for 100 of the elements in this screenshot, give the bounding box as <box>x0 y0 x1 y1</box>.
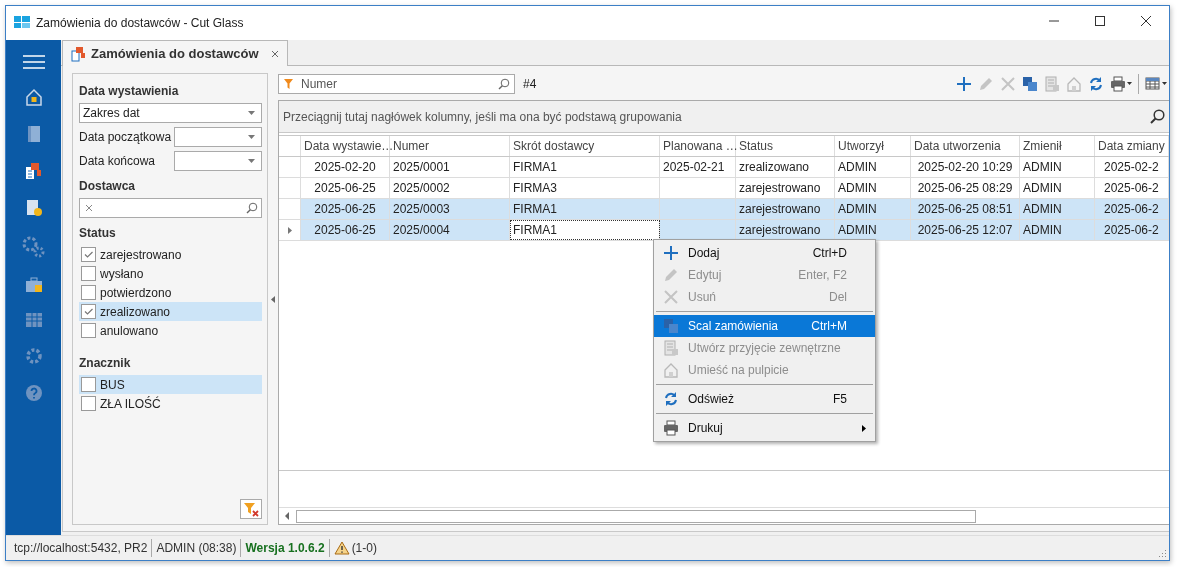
table-cell: 2025-02-21 <box>660 157 736 177</box>
date-to-dropdown[interactable] <box>174 151 262 171</box>
app-logo-icon <box>14 16 30 30</box>
table-icon[interactable] <box>24 312 43 328</box>
help-icon[interactable] <box>24 384 43 402</box>
table-cell: 2025/0002 <box>390 178 510 198</box>
table-cell: FIRMA1 <box>510 220 660 240</box>
caret-icon <box>248 111 255 115</box>
filter-option-row[interactable]: ZŁA ILOŚĆ <box>79 394 262 413</box>
checkbox[interactable] <box>81 323 96 338</box>
add-button[interactable] <box>954 74 973 93</box>
gears-icon[interactable] <box>21 236 46 258</box>
column-header[interactable]: Utworzył <box>835 136 911 156</box>
search-icon[interactable] <box>1149 109 1165 124</box>
squares-icon <box>663 318 679 334</box>
menu-item[interactable]: Dodaj Ctrl+D <box>654 242 875 264</box>
column-header[interactable]: Status <box>736 136 835 156</box>
warning-count: (1-0) <box>351 540 377 557</box>
table-cell: ADMIN <box>1020 199 1095 219</box>
table-cell: 2025-06-2 <box>1095 220 1169 240</box>
table-cell: 2025-02-20 10:29 <box>911 157 1020 177</box>
checkbox[interactable] <box>81 396 96 411</box>
settings-icon[interactable] <box>24 347 43 365</box>
column-header[interactable]: Planowana … <box>660 136 736 156</box>
document-gear-icon[interactable] <box>24 199 43 217</box>
columns-button[interactable] <box>1143 74 1168 93</box>
document-tab[interactable]: Zamówienia do dostawców <box>62 40 288 66</box>
warning-icon <box>333 541 350 555</box>
orders-icon <box>71 45 87 62</box>
window-title: Zamówienia do dostawców - Cut Glass <box>36 16 244 30</box>
menu-item[interactable]: Odśwież F5 <box>654 388 875 410</box>
filter-option-row[interactable]: BUS <box>79 375 262 394</box>
version-label: Wersja 1.0.6.2 <box>241 539 330 557</box>
refresh-icon <box>1087 75 1104 92</box>
checkbox-label: zarejestrowano <box>100 247 182 262</box>
checkbox[interactable] <box>81 377 96 392</box>
table-row[interactable]: 2025-02-20 2025/0001 FIRMA1 2025-02-21 zrealizowano ADMIN 2025-02-20 10:29 ADMIN 2025-02-2 <box>279 157 1169 178</box>
table-cell: FIRMA1 <box>510 157 660 177</box>
checkbox-label: ZŁA ILOŚĆ <box>100 396 161 411</box>
table-cell: ADMIN <box>835 178 911 198</box>
home-icon[interactable] <box>24 88 43 106</box>
table-cell: zrealizowano <box>736 157 835 177</box>
caret-icon <box>1126 82 1132 85</box>
book-icon[interactable] <box>25 125 42 143</box>
table-cell: 2025/0001 <box>390 157 510 177</box>
squares-icon <box>1021 75 1038 92</box>
checkbox[interactable] <box>81 247 96 262</box>
print-button[interactable] <box>1108 74 1133 93</box>
filter-option-row[interactable]: wysłano <box>79 264 262 283</box>
number-filter-field[interactable]: Numer <box>278 73 515 94</box>
close-icon[interactable] <box>270 49 279 58</box>
table-cell: 2025-06-2 <box>1095 199 1169 219</box>
plus-icon <box>663 245 679 261</box>
table-cell: 2025-06-25 08:51 <box>911 199 1020 219</box>
column-header[interactable]: Zmienił <box>1020 136 1095 156</box>
column-header[interactable]: Data wystawie… <box>301 136 390 156</box>
caret-icon <box>248 135 255 139</box>
table-row[interactable]: 2025-06-25 2025/0004 FIRMA1 zarejestrowano ADMIN 2025-06-25 12:07 ADMIN 2025-06-2 <box>279 220 1169 241</box>
resize-grip-icon[interactable] <box>1157 548 1167 558</box>
menu-item[interactable]: Drukuj <box>654 417 875 439</box>
filter-option-row[interactable]: potwierdzono <box>79 283 262 302</box>
table-cell: FIRMA3 <box>510 178 660 198</box>
clear-icon[interactable] <box>85 204 93 212</box>
pencil-icon <box>663 267 679 283</box>
orders-icon[interactable] <box>24 162 43 180</box>
caret-icon <box>248 159 255 163</box>
printer-icon <box>663 420 679 436</box>
table-cell: 2025-06-2 <box>1095 178 1169 198</box>
column-header[interactable]: Data zmiany <box>1095 136 1169 156</box>
filter-icon <box>284 78 293 89</box>
clear-filter-button[interactable] <box>240 499 262 519</box>
merge-button[interactable] <box>1020 74 1039 93</box>
checkbox[interactable] <box>81 285 96 300</box>
table-row[interactable]: 2025-06-25 2025/0003 FIRMA1 zarejestrowano ADMIN 2025-06-25 08:51 ADMIN 2025-06-2 <box>279 199 1169 220</box>
date-mode-dropdown[interactable]: Zakres dat <box>79 103 262 123</box>
table-cell: zarejestrowano <box>736 199 835 219</box>
filter-option-row[interactable]: zrealizowano <box>79 302 262 321</box>
field-label: Data początkowa <box>79 130 172 144</box>
columns-icon <box>1144 75 1161 92</box>
refresh-icon <box>663 391 679 407</box>
checkbox[interactable] <box>81 304 96 319</box>
table-cell: 2025-06-25 <box>301 178 390 198</box>
column-header[interactable]: Skrót dostawcy <box>510 136 660 156</box>
supplier-search-field[interactable] <box>79 198 262 218</box>
checkbox-label: potwierdzono <box>100 285 172 300</box>
menu-icon[interactable] <box>22 55 45 69</box>
column-header[interactable]: Data utworzenia <box>911 136 1020 156</box>
table-cell: 2025-06-25 08:29 <box>911 178 1020 198</box>
table-cell: 2025-06-25 12:07 <box>911 220 1020 240</box>
briefcase-icon[interactable] <box>24 277 43 293</box>
collapse-icon[interactable] <box>271 295 275 303</box>
date-from-dropdown[interactable] <box>174 127 262 147</box>
filter-option-row[interactable]: zarejestrowano <box>79 245 262 264</box>
menu-item[interactable]: Scal zamówienia Ctrl+M <box>654 315 875 337</box>
filter-option-row[interactable]: anulowano <box>79 321 262 340</box>
house-icon <box>1065 75 1082 92</box>
checkbox[interactable] <box>81 266 96 281</box>
scrollbar-thumb[interactable] <box>296 509 976 523</box>
record-count: #4 <box>523 76 537 91</box>
cross-icon <box>999 75 1016 92</box>
